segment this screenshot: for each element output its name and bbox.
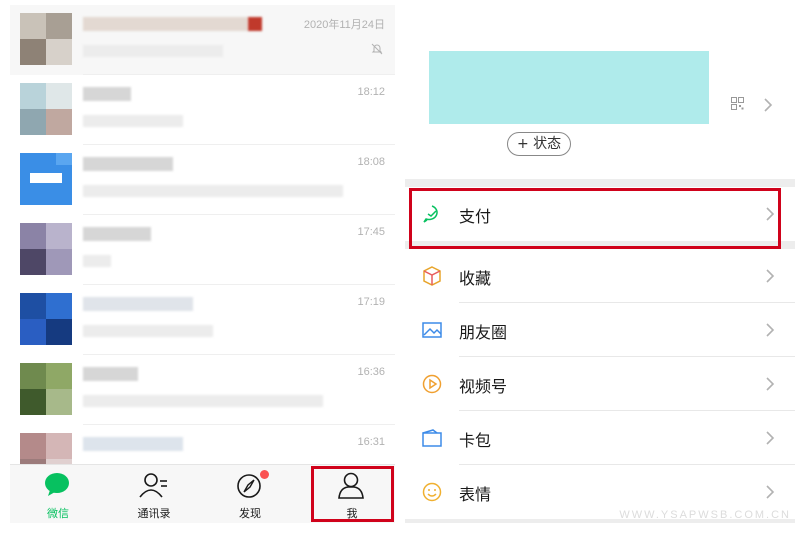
menu-item-moments[interactable]: 朋友圈 bbox=[405, 303, 795, 357]
add-status-button[interactable]: + 状态 bbox=[507, 132, 572, 156]
chat-list-item[interactable]: 16:36 bbox=[10, 355, 395, 425]
menu-label: 表情 bbox=[459, 485, 492, 504]
chat-preview-blurred bbox=[83, 325, 213, 337]
avatar bbox=[20, 223, 72, 275]
channels-play-icon bbox=[422, 374, 442, 394]
profile-header[interactable]: + 状态 bbox=[405, 5, 795, 179]
chevron-right-icon bbox=[766, 377, 775, 391]
menu-item-card-wallet[interactable]: 卡包 bbox=[405, 411, 795, 465]
chat-name-blurred bbox=[83, 157, 173, 171]
chat-preview-blurred bbox=[83, 255, 111, 267]
qr-code-icon[interactable] bbox=[731, 97, 744, 110]
tab-discover[interactable]: 发现 bbox=[202, 465, 298, 523]
chat-name-blurred bbox=[83, 367, 138, 381]
chat-bubble-icon bbox=[45, 473, 69, 496]
unread-badge bbox=[260, 470, 269, 479]
chat-time: 2020年11月24日 bbox=[303, 19, 385, 31]
chevron-right-icon bbox=[766, 431, 775, 445]
tab-label: 发现 bbox=[239, 507, 261, 520]
chat-preview-blurred bbox=[83, 395, 323, 407]
tab-label: 微信 bbox=[47, 507, 69, 520]
watermark: WWW.YSAPWSB.COM.CN bbox=[619, 509, 791, 521]
avatar bbox=[20, 293, 72, 345]
tab-contacts[interactable]: 通讯录 bbox=[106, 465, 202, 523]
bottom-tab-bar: 微信 通讯录 发现 我 bbox=[10, 464, 395, 523]
moments-image-icon bbox=[422, 322, 442, 338]
chevron-right-icon bbox=[766, 323, 775, 337]
chat-name-blurred bbox=[248, 17, 262, 31]
menu-item-favorites[interactable]: 收藏 bbox=[405, 249, 795, 303]
chat-time: 18:08 bbox=[357, 156, 385, 168]
avatar bbox=[20, 363, 72, 415]
chat-time: 16:36 bbox=[357, 366, 385, 378]
chat-time: 17:19 bbox=[357, 296, 385, 308]
avatar bbox=[20, 153, 72, 205]
chat-preview-blurred bbox=[83, 185, 343, 197]
sticker-smile-icon bbox=[422, 482, 442, 502]
chat-time: 17:45 bbox=[357, 226, 385, 238]
profile-info-redacted bbox=[429, 51, 709, 124]
tab-chats[interactable]: 微信 bbox=[10, 465, 106, 523]
highlight-box bbox=[311, 466, 394, 522]
menu-label: 朋友圈 bbox=[459, 323, 508, 342]
chat-preview-blurred bbox=[83, 45, 223, 57]
menu-item-channels[interactable]: 视频号 bbox=[405, 357, 795, 411]
card-wallet-icon bbox=[422, 429, 442, 447]
chat-time: 18:12 bbox=[357, 86, 385, 98]
chat-list-item[interactable]: 17:45 bbox=[10, 215, 395, 285]
chat-time: 16:31 bbox=[357, 436, 385, 448]
chat-list-item[interactable]: 18:12 bbox=[10, 75, 395, 145]
menu-label: 收藏 bbox=[459, 269, 492, 288]
chat-name-blurred bbox=[83, 17, 248, 31]
tab-label: 通讯录 bbox=[137, 507, 171, 520]
chevron-right-icon bbox=[764, 98, 773, 112]
menu-label: 视频号 bbox=[459, 377, 508, 396]
chat-list-screen: 2020年11月24日 18:12 18:08 17:45 17:19 16:3… bbox=[10, 5, 395, 523]
chat-name-blurred bbox=[83, 227, 151, 241]
chat-name-blurred bbox=[83, 87, 131, 101]
chat-name-blurred bbox=[83, 437, 183, 451]
chat-preview-blurred bbox=[83, 115, 183, 127]
chevron-right-icon bbox=[766, 485, 775, 499]
chat-list-item[interactable]: 18:08 bbox=[10, 145, 395, 215]
chevron-right-icon bbox=[766, 269, 775, 283]
avatar bbox=[20, 83, 72, 135]
favorites-cube-icon bbox=[423, 266, 441, 286]
me-screen: + 状态 支付 收藏 朋友圈 视频号 卡包 表情 WWW.YSAPWSB.COM… bbox=[405, 5, 795, 523]
mute-bell-icon bbox=[371, 43, 383, 55]
contacts-icon bbox=[139, 473, 167, 498]
chat-name-blurred bbox=[83, 297, 193, 311]
chat-list-item[interactable]: 2020年11月24日 bbox=[10, 5, 395, 75]
avatar bbox=[20, 13, 72, 65]
highlight-box bbox=[409, 188, 781, 249]
menu-label: 卡包 bbox=[459, 431, 492, 450]
chat-list-item[interactable]: 17:19 bbox=[10, 285, 395, 355]
